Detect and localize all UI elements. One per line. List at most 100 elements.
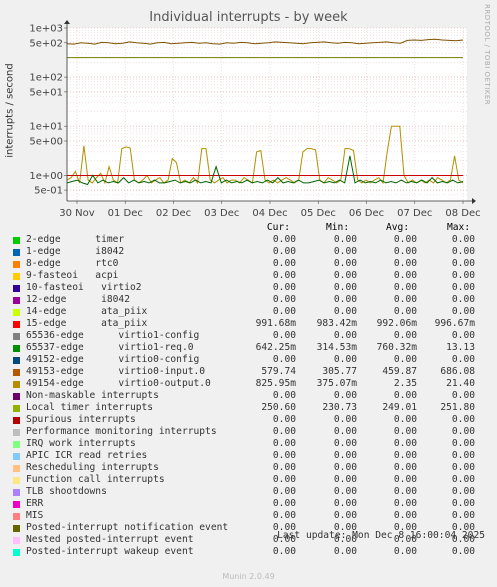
legend-swatch bbox=[13, 417, 20, 424]
legend-label: 15-edge ata_piix bbox=[26, 318, 148, 329]
legend-label: Posted-interrupt wakeup event bbox=[26, 546, 194, 557]
legend-label: 49153-edge virtio0-input.0 bbox=[26, 366, 206, 377]
y-tick-label: 1e+02 bbox=[29, 73, 63, 84]
x-tick-label: 05 Dec bbox=[301, 208, 336, 219]
legend-row: Spurious interrupts 0.00 0.00 0.00 0.00 bbox=[0, 414, 497, 426]
legend-max-value: 0.00 bbox=[451, 474, 475, 485]
legend-row: 8-edge rtc0 0.00 0.00 0.00 0.00 bbox=[0, 258, 497, 270]
legend-max-value: 0.00 bbox=[451, 294, 475, 305]
legend-cur-value: 579.74 bbox=[261, 366, 296, 377]
legend-swatch bbox=[13, 321, 20, 328]
legend-cur-value: 0.00 bbox=[272, 450, 296, 461]
legend-cur-value: 0.00 bbox=[272, 438, 296, 449]
legend-swatch bbox=[13, 465, 20, 472]
legend-swatch bbox=[13, 393, 20, 400]
legend-label: ERR bbox=[26, 498, 44, 509]
legend-avg-value: 0.00 bbox=[393, 510, 417, 521]
legend-cur-value: 0.00 bbox=[272, 258, 296, 269]
x-tick-label: 07 Dec bbox=[397, 208, 432, 219]
y-tick-label: 1e+01 bbox=[29, 122, 63, 133]
legend-row: 49153-edge virtio0-input.0 579.74 305.77 45… bbox=[0, 366, 497, 378]
legend-avg-value: 249.01 bbox=[382, 402, 417, 413]
legend-cur-value: 642.25m bbox=[255, 342, 296, 353]
legend-min-value: 0.00 bbox=[333, 390, 357, 401]
legend-avg-value: 992.06m bbox=[376, 318, 417, 329]
legend-cur-value: 0.00 bbox=[272, 498, 296, 509]
legend-avg-value: 0.00 bbox=[393, 546, 417, 557]
legend-cur-value: 250.60 bbox=[261, 402, 296, 413]
legend-min-value: 0.00 bbox=[333, 414, 357, 425]
legend-avg-value: 0.00 bbox=[393, 270, 417, 281]
legend-avg-value: 0.00 bbox=[393, 330, 417, 341]
legend-cur-value: 0.00 bbox=[272, 330, 296, 341]
legend-row: IRQ work interrupts 0.00 0.00 0.00 0.00 bbox=[0, 438, 497, 450]
legend-swatch bbox=[13, 381, 20, 388]
legend-swatch bbox=[13, 453, 20, 460]
legend-swatch bbox=[13, 261, 20, 268]
legend-row: Non-maskable interrupts 0.00 0.00 0.00 0.00 bbox=[0, 390, 497, 402]
legend-min-value: 0.00 bbox=[333, 258, 357, 269]
legend-min-value: 0.00 bbox=[333, 462, 357, 473]
legend-min-value: 314.53m bbox=[316, 342, 357, 353]
legend-max-value: 21.40 bbox=[446, 378, 475, 389]
col-min-header: Min: bbox=[326, 222, 350, 233]
legend-swatch bbox=[13, 357, 20, 364]
legend-max-value: 0.00 bbox=[451, 498, 475, 509]
x-tick-label: 01 Dec bbox=[108, 208, 143, 219]
legend-swatch bbox=[13, 237, 20, 244]
legend-min-value: 0.00 bbox=[333, 306, 357, 317]
legend-max-value: 0.00 bbox=[451, 426, 475, 437]
legend-swatch bbox=[13, 489, 20, 496]
chart-plot: 30 Nov 01 Dec 02 Dec 03 Dec 04 Dec 05 Dec 06 D… bbox=[29, 20, 481, 219]
legend-avg-value: 0.00 bbox=[393, 354, 417, 365]
legend-avg-value: 0.00 bbox=[393, 474, 417, 485]
legend-swatch bbox=[13, 345, 20, 352]
legend-swatch bbox=[13, 249, 20, 256]
y-tick-label: 1e+00 bbox=[29, 171, 63, 182]
legend-max-value: 0.00 bbox=[451, 270, 475, 281]
legend-cur-value: 0.00 bbox=[272, 474, 296, 485]
legend-cur-value: 0.00 bbox=[272, 426, 296, 437]
legend-max-value: 0.00 bbox=[451, 390, 475, 401]
legend-max-value: 0.00 bbox=[451, 258, 475, 269]
legend-swatch bbox=[13, 285, 20, 292]
legend-avg-value: 0.00 bbox=[393, 258, 417, 269]
legend-swatch bbox=[13, 429, 20, 436]
legend-swatch bbox=[13, 525, 20, 532]
legend-min-value: 0.00 bbox=[333, 330, 357, 341]
legend-avg-value: 0.00 bbox=[393, 462, 417, 473]
legend-max-value: 0.00 bbox=[451, 306, 475, 317]
legend-max-value: 0.00 bbox=[451, 282, 475, 293]
legend-cur-value: 0.00 bbox=[272, 510, 296, 521]
legend-max-value: 0.00 bbox=[451, 450, 475, 461]
legend-max-value: 0.00 bbox=[451, 414, 475, 425]
munin-version: Munin 2.0.49 bbox=[222, 572, 275, 581]
legend-avg-value: 0.00 bbox=[393, 246, 417, 257]
legend-avg-value: 0.00 bbox=[393, 234, 417, 245]
legend-avg-value: 0.00 bbox=[393, 294, 417, 305]
legend-row: Function call interrupts 0.00 0.00 0.00 0.00 bbox=[0, 474, 497, 486]
legend-row: 10-fasteoi virtio2 0.00 0.00 0.00 0.00 bbox=[0, 282, 497, 294]
legend-swatch bbox=[13, 309, 20, 316]
legend-label: Local timer interrupts bbox=[26, 402, 154, 413]
legend-row: 65537-edge virtio1-req.0 642.25m 314.53m 76… bbox=[0, 342, 497, 354]
y-axis-arrow bbox=[64, 20, 70, 24]
legend-label: 65537-edge virtio1-req.0 bbox=[26, 342, 194, 353]
legend-avg-value: 0.00 bbox=[393, 498, 417, 509]
legend-row: 15-edge ata_piix 991.68m 983.42m 992.06m 996… bbox=[0, 318, 497, 330]
legend-min-value: 305.77 bbox=[322, 366, 357, 377]
legend-max-value: 0.00 bbox=[451, 354, 475, 365]
legend-label: Non-maskable interrupts bbox=[26, 390, 159, 401]
legend-cur-value: 0.00 bbox=[272, 390, 296, 401]
legend-label: 14-edge ata_piix bbox=[26, 306, 148, 317]
legend-cur-value: 0.00 bbox=[272, 234, 296, 245]
y-tick-label: 5e+01 bbox=[29, 87, 63, 98]
legend-max-value: 0.00 bbox=[451, 510, 475, 521]
legend-max-value: 0.00 bbox=[451, 438, 475, 449]
legend-avg-value: 0.00 bbox=[393, 390, 417, 401]
legend-label: 65536-edge virtio1-config bbox=[26, 330, 200, 341]
legend-row: 12-edge i8042 0.00 0.00 0.00 0.00 bbox=[0, 294, 497, 306]
legend-min-value: 375.07m bbox=[316, 378, 357, 389]
legend-row: ERR 0.00 0.00 0.00 0.00 bbox=[0, 498, 497, 510]
legend-avg-value: 2.35 bbox=[393, 378, 417, 389]
